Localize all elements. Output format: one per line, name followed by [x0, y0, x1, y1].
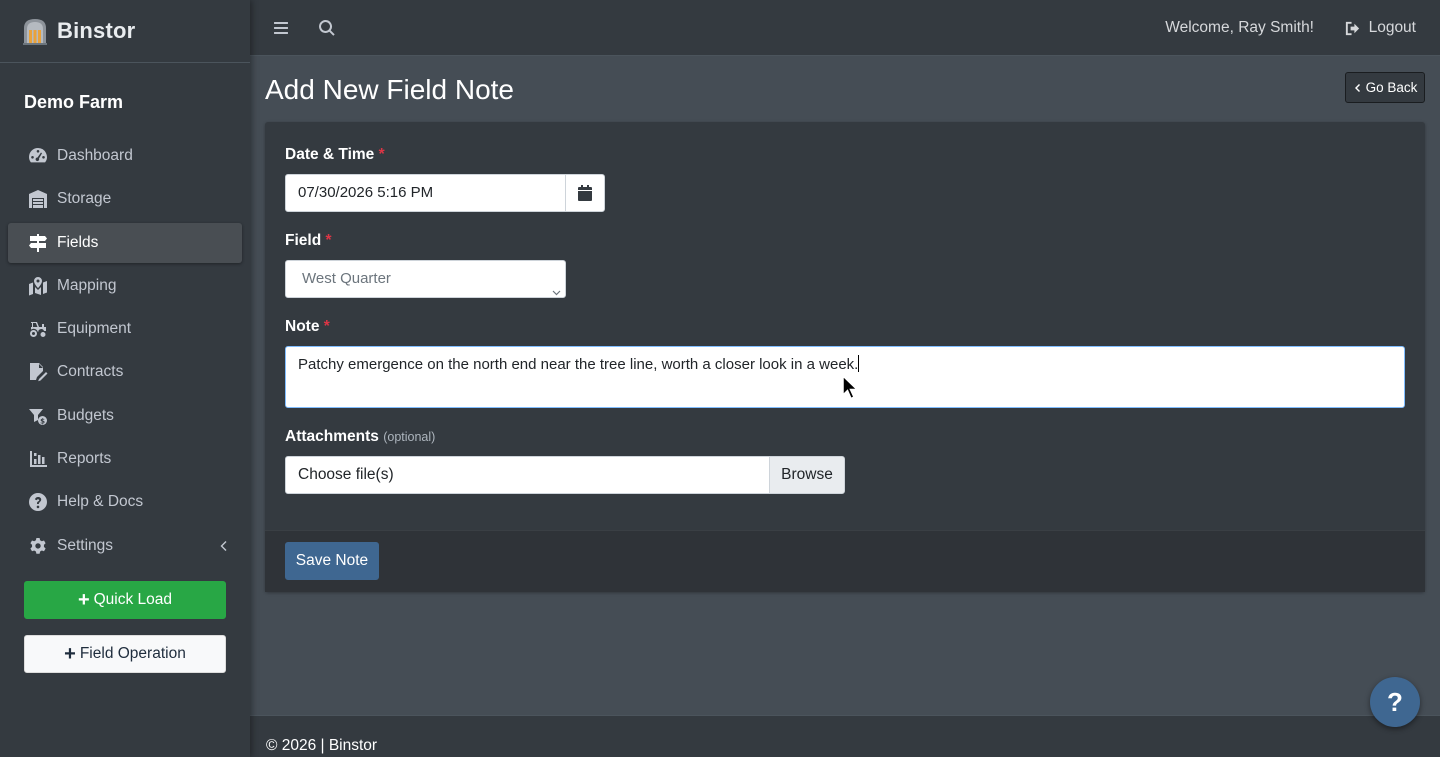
plus-icon: +	[64, 643, 76, 665]
logout-link[interactable]: Logout	[1344, 19, 1416, 37]
calendar-icon	[578, 185, 592, 201]
quick-load-button[interactable]: + Quick Load	[24, 581, 226, 619]
file-input[interactable]: Choose file(s)	[285, 456, 771, 494]
farm-name: Demo Farm	[24, 92, 124, 112]
mouse-cursor-icon	[842, 375, 859, 400]
svg-text:$: $	[40, 417, 45, 425]
sidebar-item-label: Equipment	[57, 320, 132, 338]
sidebar-item-label: Fields	[57, 233, 99, 251]
chevron-left-icon	[1354, 83, 1360, 92]
text-caret	[858, 355, 860, 372]
dashboard-icon	[27, 146, 49, 166]
chevron-left-icon	[218, 538, 228, 554]
field-label: Field *	[285, 232, 332, 249]
card-footer	[265, 530, 1425, 592]
page-title: Add New Field Note	[265, 74, 515, 105]
field-operation-button[interactable]: + Field Operation	[24, 635, 226, 673]
chart-bar-icon	[27, 449, 49, 469]
sidebar-item-reports[interactable]: Reports	[8, 439, 242, 479]
field-note-form-card: Date & Time * 07/30/2026 5:16 PM Field *…	[265, 122, 1425, 592]
note-label: Note *	[285, 318, 330, 335]
optional-hint: (optional)	[383, 430, 436, 444]
map-marked-icon	[27, 276, 49, 296]
sidebar-item-label: Help & Docs	[57, 493, 144, 511]
copyright-text: © 2026 | Binstor	[266, 737, 378, 754]
sign-out-icon	[1345, 21, 1359, 35]
note-text: Patchy emergence on the north end near t…	[298, 356, 859, 373]
silo-logo-icon	[23, 19, 47, 45]
sidebar-item-label: Reports	[57, 450, 112, 468]
coins-icon: $	[27, 406, 49, 426]
chevron-down-icon	[552, 275, 561, 296]
sidebar-item-label: Mapping	[57, 276, 117, 294]
sidebar-item-budgets[interactable]: $ Budgets	[8, 396, 242, 436]
datetime-input[interactable]: 07/30/2026 5:16 PM	[285, 174, 566, 212]
browse-button[interactable]: Browse	[769, 456, 845, 494]
warehouse-icon	[27, 189, 49, 209]
hamburger-menu-icon[interactable]	[271, 18, 291, 38]
datetime-label: Date & Time *	[285, 146, 385, 163]
quick-load-label: Quick Load	[93, 591, 173, 608]
sidebar-item-mapping[interactable]: Mapping	[8, 266, 242, 306]
field-operation-label: Field Operation	[79, 645, 186, 662]
go-back-button[interactable]: Go Back	[1345, 72, 1425, 103]
file-signature-icon	[27, 362, 49, 382]
attachments-label: Attachments (optional)	[285, 428, 436, 445]
sidebar-item-help-docs[interactable]: Help & Docs	[8, 482, 242, 522]
question-circle-icon	[27, 492, 49, 512]
save-note-button[interactable]: Save Note	[285, 542, 379, 580]
sidebar-item-fields[interactable]: Fields	[8, 222, 242, 263]
required-mark: *	[323, 318, 330, 335]
sidebar-item-label: Contracts	[57, 363, 124, 381]
help-fab-button[interactable]: ?	[1370, 677, 1420, 727]
brand-link[interactable]: Binstor	[0, 0, 250, 63]
sidebar-item-label: Storage	[57, 190, 112, 208]
sidebar-nav: Dashboard Storage Fields Mapping Equipme…	[0, 136, 250, 566]
sidebar-item-contracts[interactable]: Contracts	[8, 352, 242, 392]
tractor-icon	[27, 319, 49, 339]
sidebar-item-dashboard[interactable]: Dashboard	[8, 136, 242, 176]
go-back-label: Go Back	[1365, 80, 1418, 95]
sidebar-item-equipment[interactable]: Equipment	[8, 309, 242, 349]
top-navbar: Welcome, Ray Smith! Logout	[250, 0, 1440, 56]
plus-icon: +	[77, 589, 90, 611]
sidebar-item-storage[interactable]: Storage	[8, 179, 242, 219]
required-mark: *	[378, 146, 385, 163]
field-select-value: West Quarter	[302, 270, 391, 287]
welcome-message: Welcome, Ray Smith!	[1165, 19, 1314, 36]
gear-icon	[27, 536, 49, 556]
search-icon[interactable]	[317, 18, 337, 38]
required-mark: *	[325, 232, 332, 249]
field-select[interactable]: West Quarter	[285, 260, 566, 298]
sidebar-item-label: Budgets	[57, 406, 114, 424]
sidebar-item-label: Dashboard	[57, 147, 133, 164]
sidebar-item-settings[interactable]: Settings	[8, 526, 242, 566]
signs-icon	[27, 233, 49, 253]
brand-name: Binstor	[57, 18, 136, 43]
calendar-button[interactable]	[565, 174, 605, 212]
sidebar: Binstor Demo Farm Dashboard Storage Fiel…	[0, 0, 250, 757]
sidebar-item-label: Settings	[57, 536, 114, 554]
page-footer: © 2026 | Binstor	[250, 715, 1440, 757]
logout-label: Logout	[1368, 19, 1416, 36]
